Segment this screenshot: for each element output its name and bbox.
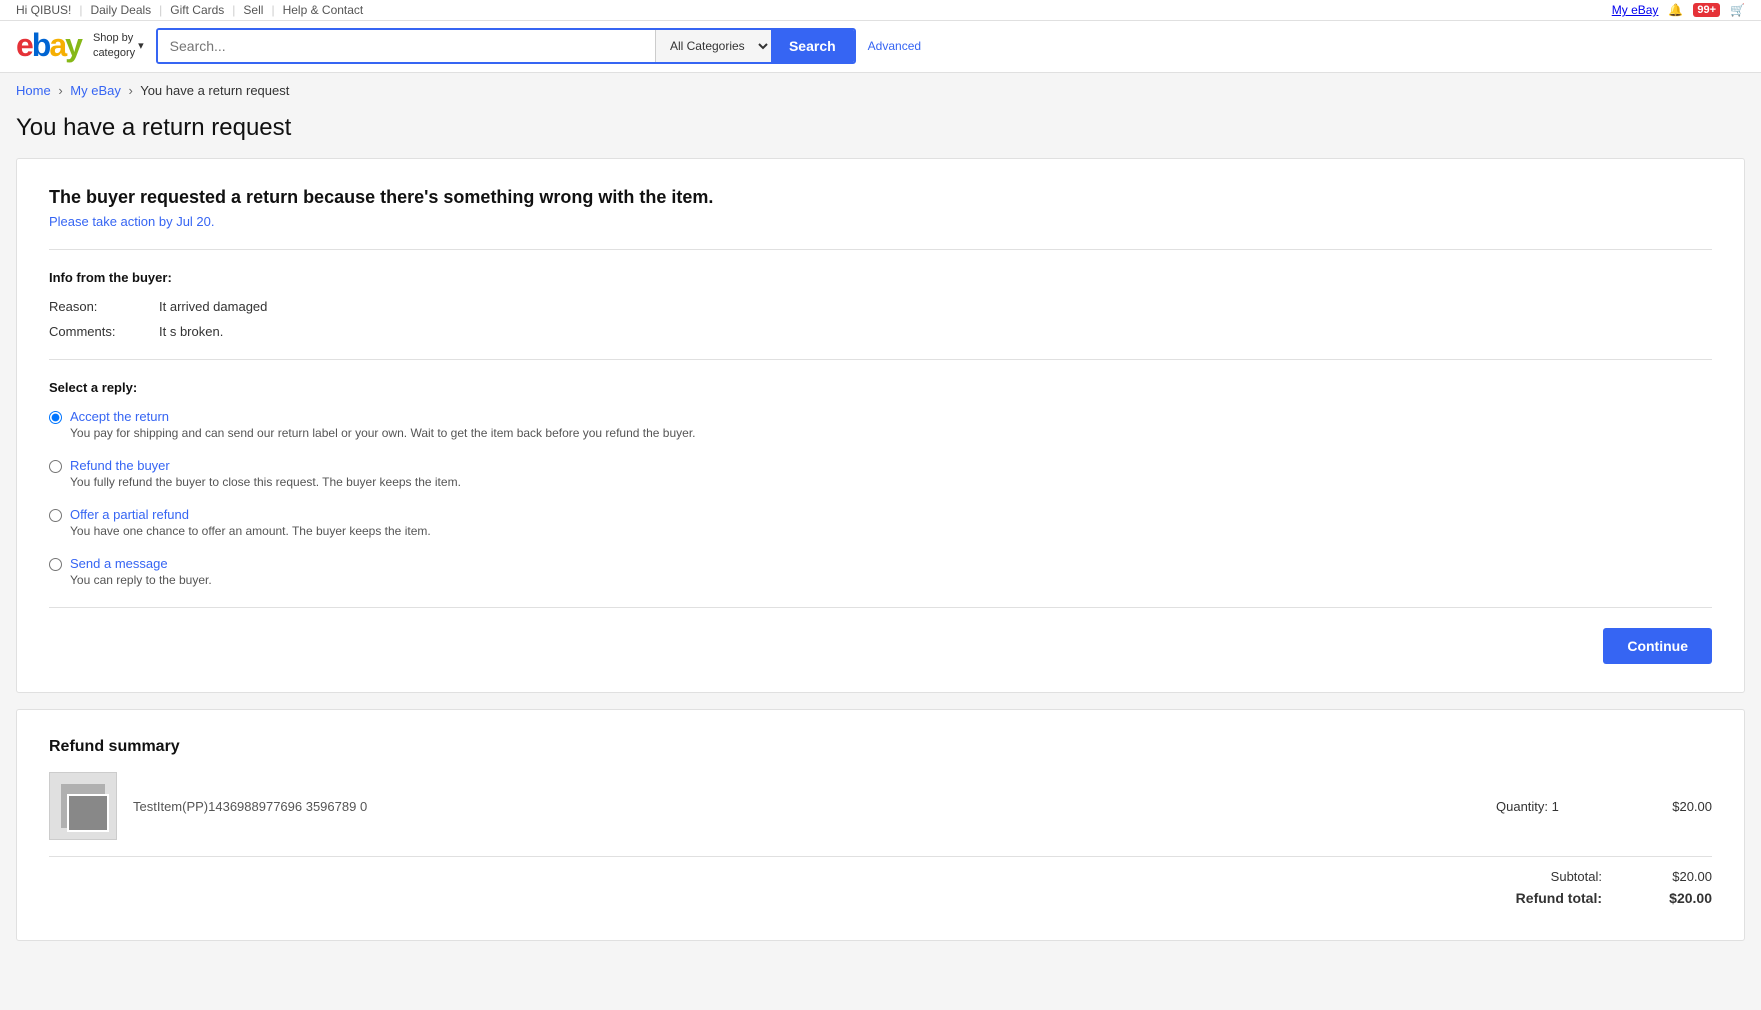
divider-3 [49,607,1712,608]
return-request-card: The buyer requested a return because the… [16,158,1745,693]
reply-option-partial: Offer a partial refund You have one chan… [49,507,1712,538]
logo-b: b [32,27,50,63]
bell-icon: 🔔 [1668,3,1683,17]
chevron-down-icon: ▾ [138,39,144,52]
reply-options: Accept the return You pay for shipping a… [49,409,1712,587]
search-bar: All Categories Search [156,28,856,64]
item-price: $20.00 [1632,799,1712,814]
info-table: Reason: It arrived damaged Comments: It … [49,299,1712,339]
reply-option-accept-desc: You pay for shipping and can send our re… [70,426,696,440]
reply-section-label: Select a reply: [49,380,1712,395]
gift-cards-link[interactable]: Gift Cards [170,3,224,17]
reply-option-partial-text: Offer a partial refund You have one chan… [70,507,431,538]
header-top: ebay Shop bycategory ▾ All Categories Se… [16,27,1745,72]
my-ebay-link[interactable]: My eBay [1612,3,1659,17]
reply-option-accept-text: Accept the return You pay for shipping a… [70,409,696,440]
reply-option-refund-label[interactable]: Refund the buyer [70,458,170,473]
reply-option-message-desc: You can reply to the buyer. [70,573,212,587]
logo-e: e [16,27,32,63]
reply-option-refund-text: Refund the buyer You fully refund the bu… [70,458,461,489]
reply-option-message-label[interactable]: Send a message [70,556,168,571]
item-thumb-inner [61,784,105,828]
reply-option-refund: Refund the buyer You fully refund the bu… [49,458,1712,489]
help-contact-link[interactable]: Help & Contact [283,3,364,17]
refund-total-label: Refund total: [1516,890,1602,906]
refund-summary-card: Refund summary TestItem(PP)1436988977696… [16,709,1745,941]
top-bar: Hi QIBUS! | Daily Deals | Gift Cards | S… [0,0,1761,21]
logo-y: y [65,27,81,63]
reply-option-refund-desc: You fully refund the buyer to close this… [70,475,461,489]
comments-value: It s broken. [159,324,223,339]
breadcrumb-sep-1: › [58,83,62,98]
logo[interactable]: ebay [16,27,81,64]
subtotal-row: Subtotal: $20.00 [49,869,1712,884]
refund-item-row: TestItem(PP)1436988977696 3596789 0 Quan… [49,772,1712,840]
return-headline: The buyer requested a return because the… [49,187,1712,208]
refund-total-row: Refund total: $20.00 [49,890,1712,906]
breadcrumb-home[interactable]: Home [16,83,51,98]
refund-total-value: $20.00 [1642,890,1712,906]
reply-option-message-text: Send a message You can reply to the buye… [70,556,212,587]
logo-a: a [49,27,65,63]
reply-option-accept-label[interactable]: Accept the return [70,409,169,424]
cart-icon: 🛒 [1730,3,1745,17]
page-title: You have a return request [0,104,1761,158]
top-bar-left: Hi QIBUS! | Daily Deals | Gift Cards | S… [16,3,363,17]
reply-radio-partial[interactable] [49,509,62,522]
reply-option-message: Send a message You can reply to the buye… [49,556,1712,587]
search-button[interactable]: Search [771,30,854,62]
breadcrumb-sep-2: › [128,83,132,98]
greeting: Hi QIBUS! [16,3,71,17]
search-category-select[interactable]: All Categories [655,30,771,62]
reply-radio-refund[interactable] [49,460,62,473]
item-name: TestItem(PP)1436988977696 3596789 0 [133,799,1480,814]
reply-option-partial-label[interactable]: Offer a partial refund [70,507,189,522]
breadcrumb-current: You have a return request [140,83,289,98]
header: ebay Shop bycategory ▾ All Categories Se… [0,21,1761,73]
shop-by-label: Shop bycategory [93,31,135,60]
return-subtitle: Please take action by Jul 20. [49,214,1712,229]
continue-button[interactable]: Continue [1603,628,1712,664]
search-input[interactable] [158,30,655,62]
shop-by-button[interactable]: Shop bycategory ▾ [93,31,144,60]
reason-value: It arrived damaged [159,299,267,314]
daily-deals-link[interactable]: Daily Deals [90,3,151,17]
item-thumbnail [49,772,117,840]
advanced-search-link[interactable]: Advanced [868,39,921,53]
reply-option-partial-desc: You have one chance to offer an amount. … [70,524,431,538]
reply-radio-accept[interactable] [49,411,62,424]
comments-label: Comments: [49,324,159,339]
divider-2 [49,359,1712,360]
comments-row: Comments: It s broken. [49,324,1712,339]
reason-row: Reason: It arrived damaged [49,299,1712,314]
notification-badge: 99+ [1693,3,1720,17]
top-bar-right: My eBay 🔔 99+ 🛒 [1612,3,1745,17]
refund-summary-title: Refund summary [49,738,1712,756]
info-section-label: Info from the buyer: [49,270,1712,285]
reason-label: Reason: [49,299,159,314]
breadcrumb: Home › My eBay › You have a return reque… [0,73,1761,104]
continue-section: Continue [49,628,1712,664]
refund-totals: Subtotal: $20.00 Refund total: $20.00 [49,856,1712,906]
sell-link[interactable]: Sell [243,3,263,17]
divider-1 [49,249,1712,250]
main-content: The buyer requested a return because the… [0,158,1761,987]
logo-text: ebay [16,27,81,64]
reply-radio-message[interactable] [49,558,62,571]
breadcrumb-myebay[interactable]: My eBay [70,83,121,98]
reply-option-accept: Accept the return You pay for shipping a… [49,409,1712,440]
subtotal-label: Subtotal: [1551,869,1602,884]
subtotal-value: $20.00 [1642,869,1712,884]
item-quantity: Quantity: 1 [1496,799,1616,814]
